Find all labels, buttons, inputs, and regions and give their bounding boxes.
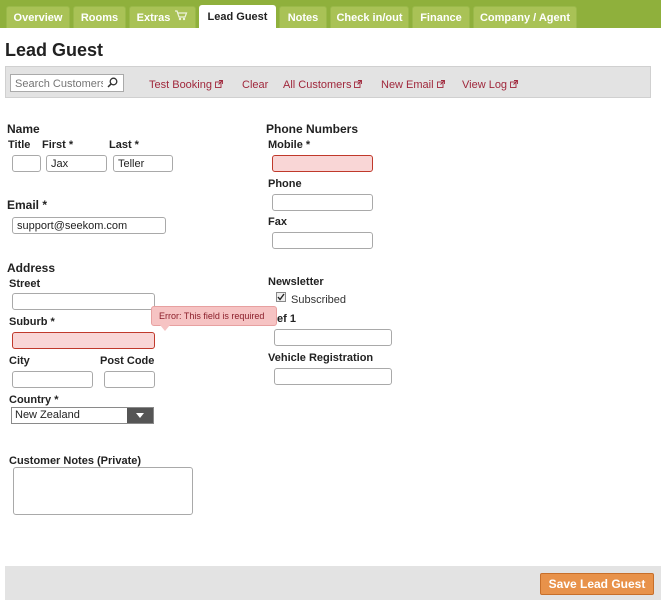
error-tooltip-arrow: [160, 325, 170, 331]
vehicle-registration-label: Vehicle Registration: [268, 352, 374, 364]
country-select[interactable]: New Zealand: [11, 407, 154, 424]
tab-company-agent[interactable]: Company / Agent: [473, 6, 577, 28]
tab-rooms[interactable]: Rooms: [73, 6, 126, 28]
cart-icon: [174, 7, 188, 29]
tab-notes[interactable]: Notes: [279, 6, 327, 28]
ref1-label: ef 1: [277, 313, 296, 325]
fax-label: Fax: [268, 216, 287, 228]
email-label: Email *: [7, 198, 48, 212]
tab-label: Extras: [136, 12, 171, 24]
error-tooltip: Error: This field is required: [151, 306, 277, 326]
first-name-label: First *: [42, 139, 74, 151]
search-icon[interactable]: [107, 77, 118, 91]
tab-bar: Overview Rooms Extras Lead Guest Notes C…: [0, 0, 661, 28]
city-label: City: [9, 355, 30, 367]
newsletter-label: Newsletter: [268, 276, 324, 288]
title-label: Title: [8, 139, 31, 151]
email-field[interactable]: [12, 217, 166, 234]
toolbar: Test Booking Clear All Customers New Ema…: [5, 66, 651, 98]
external-link-icon: [510, 79, 519, 91]
ref1-field[interactable]: [274, 329, 392, 346]
suburb-field[interactable]: [12, 332, 155, 349]
chevron-down-icon[interactable]: [127, 408, 153, 423]
vehicle-registration-field[interactable]: [274, 368, 392, 385]
customer-notes-label: Customer Notes (Private): [9, 455, 142, 467]
fax-field[interactable]: [272, 232, 373, 249]
subscribed-label: Subscribed: [291, 294, 347, 306]
view-log-link[interactable]: View Log: [462, 79, 519, 91]
country-label: Country *: [9, 394, 59, 406]
link-label: All Customers: [283, 79, 352, 91]
phone-label: Phone: [268, 178, 302, 190]
address-section-heading: Address: [7, 261, 56, 275]
country-value: New Zealand: [15, 409, 80, 421]
city-field[interactable]: [12, 371, 93, 388]
link-label: Test Booking: [149, 79, 212, 91]
street-field[interactable]: [12, 293, 155, 310]
tab-label: Rooms: [80, 12, 119, 24]
last-name-label: Last *: [109, 139, 139, 151]
street-label: Street: [9, 278, 41, 290]
subscribed-checkbox[interactable]: [276, 292, 286, 302]
clear-link[interactable]: Clear: [242, 79, 268, 91]
tab-label: Check in/out: [336, 12, 403, 24]
first-name-field[interactable]: [46, 155, 107, 172]
mobile-field[interactable]: [272, 155, 373, 172]
link-label: New Email: [381, 79, 434, 91]
tab-label: Company / Agent: [479, 12, 571, 24]
tab-label: Overview: [13, 12, 63, 24]
name-section-heading: Name: [7, 122, 40, 136]
phone-section-heading: Phone Numbers: [266, 122, 359, 136]
all-customers-link[interactable]: All Customers: [283, 79, 363, 91]
phone-field[interactable]: [272, 194, 373, 211]
external-link-icon: [215, 79, 223, 91]
mobile-label: Mobile *: [268, 139, 311, 151]
postcode-label: Post Code: [100, 355, 155, 367]
suburb-label: Suburb *: [9, 316, 55, 328]
new-email-link[interactable]: New Email: [381, 79, 445, 91]
tab-label: Lead Guest: [207, 11, 268, 23]
tab-extras[interactable]: Extras: [129, 6, 196, 28]
test-booking-link[interactable]: Test Booking: [149, 79, 223, 91]
tab-lead-guest[interactable]: Lead Guest: [199, 5, 276, 28]
tab-finance[interactable]: Finance: [412, 6, 470, 28]
tab-check-in-out[interactable]: Check in/out: [330, 6, 409, 28]
tab-label: Notes: [287, 12, 319, 24]
postcode-field[interactable]: [104, 371, 155, 388]
external-link-icon: [436, 79, 445, 91]
customer-notes-field[interactable]: [13, 467, 193, 515]
tab-label: Finance: [420, 12, 462, 24]
external-link-icon: [354, 79, 363, 91]
last-name-field[interactable]: [113, 155, 173, 172]
page-title: Lead Guest: [5, 40, 104, 60]
link-label: View Log: [462, 79, 508, 91]
title-field[interactable]: [12, 155, 41, 172]
tab-overview[interactable]: Overview: [6, 6, 70, 28]
save-lead-guest-button[interactable]: Save Lead Guest: [540, 573, 654, 595]
